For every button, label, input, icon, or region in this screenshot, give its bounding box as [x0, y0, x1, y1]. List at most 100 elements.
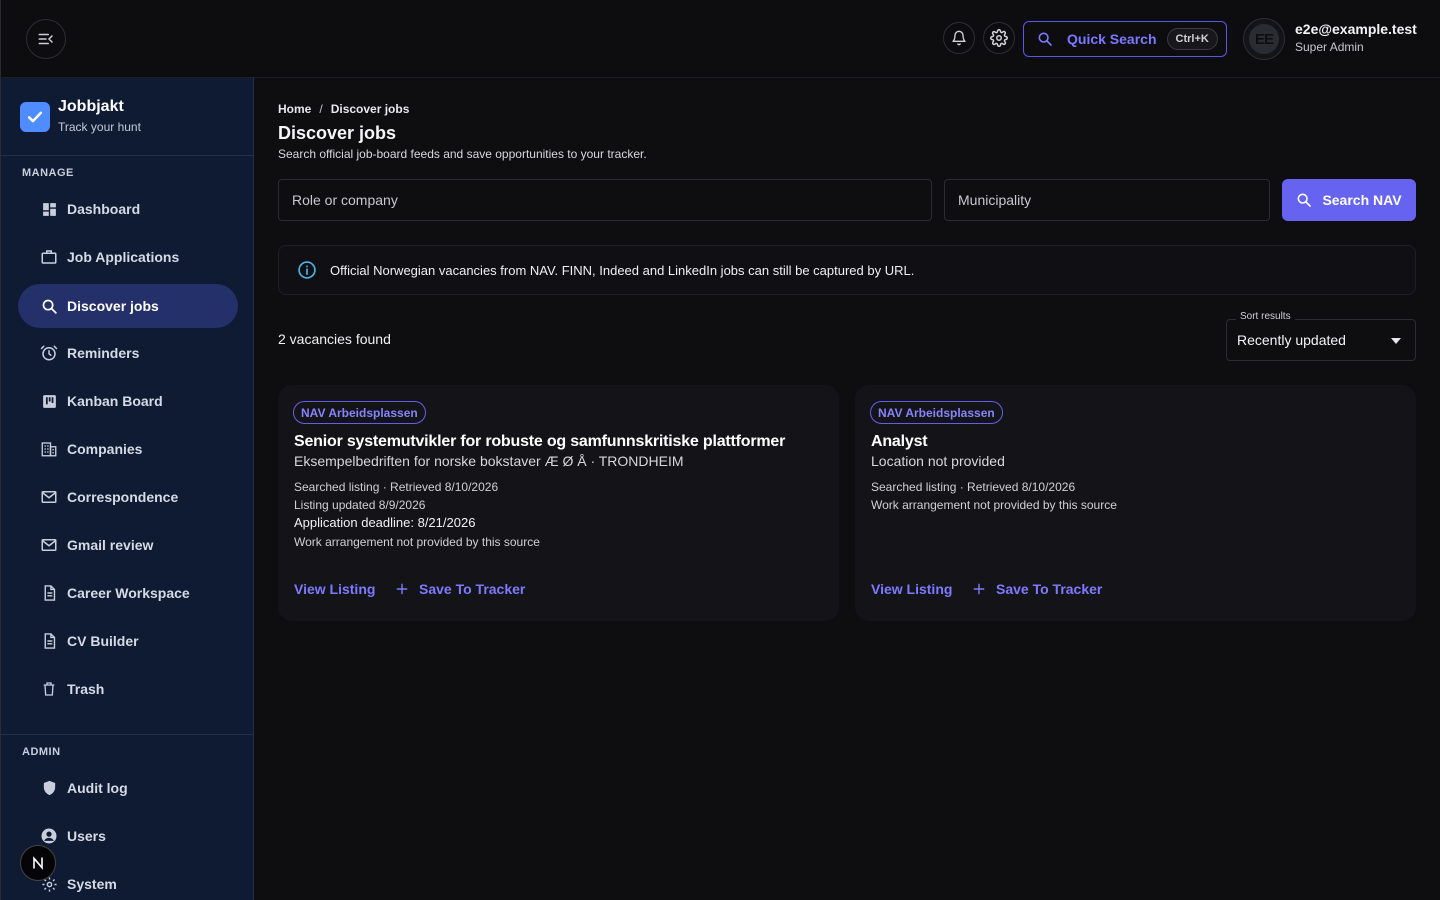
sort-select[interactable]: Recently updated [1226, 319, 1416, 361]
building-icon [39, 440, 59, 458]
shield-icon [39, 779, 59, 797]
page-title: Discover jobs [278, 123, 397, 143]
view-listing-label: View Listing [871, 581, 953, 597]
breadcrumb-home-link[interactable]: Home [278, 102, 311, 116]
sidebar-item-label: Companies [67, 441, 143, 457]
document-icon [39, 632, 59, 650]
view-listing-label: View Listing [294, 581, 376, 597]
sidebar-item-discover-jobs[interactable]: Discover jobs [18, 284, 238, 328]
dashboard-icon [39, 201, 59, 218]
document-icon [39, 584, 59, 602]
municipality-input[interactable] [958, 192, 1269, 208]
sidebar-item-label: Users [67, 828, 106, 844]
user-circle-icon [39, 827, 59, 845]
sidebar-item-gmail-review[interactable]: Gmail review [18, 523, 238, 567]
save-to-tracker-label: Save To Tracker [419, 581, 526, 597]
section-label-manage: MANAGE [22, 167, 74, 179]
page-subtitle: Search official job-board feeds and save… [278, 147, 647, 161]
sidebar: Jobbjakt Track your hunt MANAGE Dashboar… [0, 78, 254, 900]
sidebar-item-label: Kanban Board [67, 393, 163, 409]
job-title: Senior systemutvikler for robuste og sam… [294, 433, 786, 450]
sidebar-item-label: Trash [67, 681, 105, 697]
avatar-initials: EE [1249, 24, 1279, 54]
save-to-tracker-button[interactable]: Save To Tracker [395, 581, 525, 597]
collapse-sidebar-button[interactable] [26, 19, 66, 59]
sidebar-item-label: CV Builder [67, 633, 139, 649]
sidebar-item-label: Job Applications [67, 249, 180, 265]
save-to-tracker-button[interactable]: Save To Tracker [972, 581, 1102, 597]
plus-icon [973, 583, 985, 595]
sidebar-item-reminders[interactable]: Reminders [18, 331, 238, 375]
sidebar-item-label: Correspondence [67, 489, 179, 505]
trash-icon [39, 680, 59, 698]
sidebar-item-label: Dashboard [67, 201, 141, 217]
bell-icon [952, 30, 966, 46]
settings-button[interactable] [983, 22, 1015, 54]
info-banner: Official Norwegian vacancies from NAV. F… [278, 245, 1416, 295]
sidebar-item-job-applications[interactable]: Job Applications [18, 235, 238, 279]
user-email: e2e@example.test [1295, 21, 1417, 37]
briefcase-icon [39, 248, 59, 266]
role-company-field[interactable] [278, 179, 932, 221]
plus-icon [396, 583, 408, 595]
section-label-admin: ADMIN [22, 746, 61, 758]
municipality-field[interactable] [944, 179, 1270, 221]
job-retrieved: Searched listing · Retrieved 8/10/2026 [294, 480, 499, 494]
sidebar-item-cv-builder[interactable]: CV Builder [18, 619, 238, 663]
sidebar-item-label: System [67, 876, 117, 892]
brand-tagline: Track your hunt [58, 120, 141, 134]
job-arrangement: Work arrangement not provided by this so… [871, 498, 1117, 512]
sidebar-item-label: Reminders [67, 345, 140, 361]
kanban-icon [39, 393, 59, 410]
quick-search-button[interactable]: Quick Search Ctrl+K [1023, 21, 1227, 57]
sort-label: Sort results [1236, 311, 1295, 322]
keyboard-shortcut-badge: Ctrl+K [1166, 28, 1218, 50]
sidebar-item-label: Audit log [67, 780, 128, 796]
sidebar-item-label: Gmail review [67, 537, 154, 553]
job-retrieved: Searched listing · Retrieved 8/10/2026 [871, 480, 1076, 494]
gear-icon [990, 29, 1008, 47]
sidebar-item-kanban-board[interactable]: Kanban Board [18, 379, 238, 423]
sort-value: Recently updated [1237, 332, 1346, 348]
notifications-button[interactable] [943, 22, 975, 54]
search-icon [39, 298, 59, 315]
job-deadline: Application deadline: 8/21/2026 [294, 515, 476, 530]
view-listing-button[interactable]: View Listing [871, 581, 952, 597]
job-arrangement: Work arrangement not provided by this so… [294, 535, 540, 549]
save-to-tracker-label: Save To Tracker [996, 581, 1103, 597]
sidebar-item-dashboard[interactable]: Dashboard [18, 187, 238, 231]
mail-icon [39, 536, 59, 554]
brand-logo [20, 102, 50, 132]
user-role: Super Admin [1295, 40, 1364, 54]
quick-search-label: Quick Search [1067, 31, 1157, 47]
job-card: NAV Arbeidsplassen Analyst Location not … [855, 385, 1416, 621]
search-nav-button[interactable]: Search NAV [1282, 179, 1416, 221]
results-count: 2 vacancies found [278, 331, 391, 347]
sidebar-item-trash[interactable]: Trash [18, 667, 238, 711]
breadcrumb: Home / Discover jobs [278, 102, 409, 116]
alarm-icon [39, 344, 59, 362]
view-listing-button[interactable]: View Listing [294, 581, 375, 597]
menu-collapse-icon [38, 33, 53, 45]
search-icon [1297, 193, 1312, 207]
caret-down-icon [1391, 338, 1401, 344]
info-icon [297, 260, 317, 280]
job-company-location: Eksempelbedriften for norske bokstaver Æ… [294, 453, 684, 469]
sidebar-item-career-workspace[interactable]: Career Workspace [18, 571, 238, 615]
next-devtools-button[interactable] [20, 845, 56, 881]
search-nav-label: Search NAV [1322, 192, 1402, 208]
sidebar-item-correspondence[interactable]: Correspondence [18, 475, 238, 519]
breadcrumb-current: Discover jobs [330, 102, 410, 116]
brand-name: Jobbjakt [58, 98, 124, 115]
source-badge: NAV Arbeidsplassen [293, 401, 426, 424]
sidebar-item-label: Discover jobs [67, 298, 159, 314]
role-company-input[interactable] [292, 192, 931, 208]
mail-icon [39, 488, 59, 506]
sidebar-divider [1, 734, 254, 735]
job-card: NAV Arbeidsplassen Senior systemutvikler… [278, 385, 839, 621]
user-avatar[interactable]: EE [1243, 18, 1285, 60]
sidebar-item-companies[interactable]: Companies [18, 427, 238, 471]
n-logo-icon [33, 856, 43, 870]
source-badge: NAV Arbeidsplassen [870, 401, 1003, 424]
sidebar-item-audit-log[interactable]: Audit log [18, 766, 238, 810]
